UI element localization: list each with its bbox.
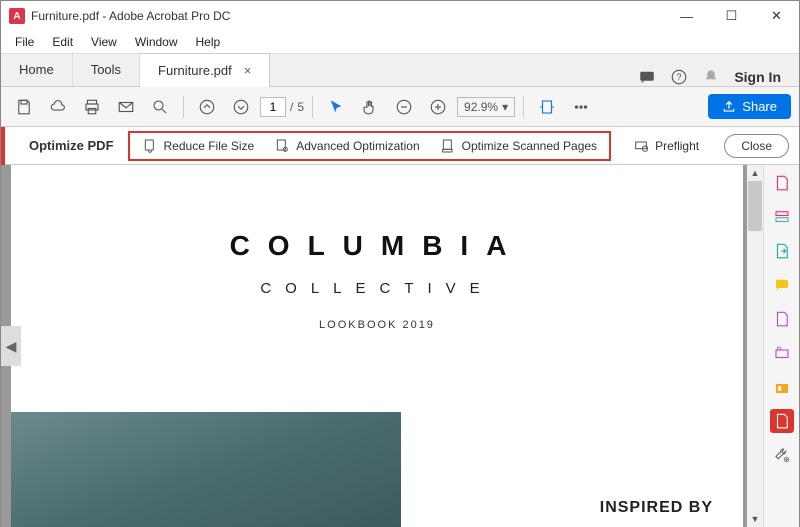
- sign-in-link[interactable]: Sign In: [734, 69, 781, 85]
- page-current-input[interactable]: [260, 97, 286, 117]
- zoom-in-icon[interactable]: [423, 92, 453, 122]
- close-panel-button[interactable]: Close: [724, 134, 789, 158]
- tab-tools[interactable]: Tools: [73, 52, 140, 86]
- page-total: 5: [297, 100, 304, 114]
- maximize-button[interactable]: ☐: [709, 1, 754, 31]
- sidebar-protect-icon[interactable]: [770, 375, 794, 399]
- menu-view[interactable]: View: [83, 33, 125, 51]
- page-indicator: / 5: [260, 97, 304, 117]
- hand-icon[interactable]: [355, 92, 385, 122]
- more-icon[interactable]: [566, 92, 596, 122]
- optimize-highlight-group: Reduce File Size Advanced Optimization O…: [128, 131, 612, 161]
- main-toolbar: / 5 92.9%▾ Share: [1, 87, 799, 127]
- menu-edit[interactable]: Edit: [44, 33, 81, 51]
- doc-heading-2: COLLECTIVE: [260, 280, 493, 297]
- zoom-out-icon[interactable]: [389, 92, 419, 122]
- right-sidebar: [763, 165, 799, 527]
- menu-help[interactable]: Help: [188, 33, 229, 51]
- cloud-icon[interactable]: [43, 92, 73, 122]
- document-viewport[interactable]: COLUMBIA COLLECTIVE LOOKBOOK 2019 INSPIR…: [1, 165, 763, 527]
- vertical-scrollbar[interactable]: ▲ ▼: [747, 165, 763, 527]
- sidebar-export-icon[interactable]: [770, 239, 794, 263]
- zoom-select[interactable]: 92.9%▾: [457, 97, 515, 117]
- menu-bar: File Edit View Window Help: [1, 31, 799, 53]
- sidebar-optimize-icon[interactable]: [770, 409, 794, 433]
- prev-page-chevron[interactable]: ◀: [1, 326, 21, 366]
- save-icon[interactable]: [9, 92, 39, 122]
- content-area: COLUMBIA COLLECTIVE LOOKBOOK 2019 INSPIR…: [1, 165, 799, 527]
- tab-bar: Home Tools Furniture.pdf × ? Sign In: [1, 53, 799, 87]
- close-window-button[interactable]: ✕: [754, 1, 799, 31]
- sidebar-comment-icon[interactable]: [770, 273, 794, 297]
- print-icon[interactable]: [77, 92, 107, 122]
- tab-label: Furniture.pdf: [158, 63, 232, 78]
- optimize-accent: [1, 127, 5, 165]
- chevron-down-icon: ▾: [502, 100, 508, 114]
- doc-inspired-text: INSPIRED BY: [600, 499, 713, 517]
- optimize-toolbar: Optimize PDF Reduce File Size Advanced O…: [1, 127, 799, 165]
- select-icon[interactable]: [321, 92, 351, 122]
- menu-window[interactable]: Window: [127, 33, 186, 51]
- optimize-scanned-button[interactable]: Optimize Scanned Pages: [432, 134, 605, 158]
- window-title: Furniture.pdf - Adobe Acrobat Pro DC: [31, 9, 230, 23]
- sidebar-enhance-icon[interactable]: [770, 341, 794, 365]
- preflight-button[interactable]: Preflight: [625, 134, 707, 158]
- tab-document[interactable]: Furniture.pdf ×: [140, 53, 270, 87]
- bell-icon[interactable]: [702, 68, 720, 86]
- scroll-up-icon[interactable]: ▲: [747, 165, 763, 181]
- sidebar-create-icon[interactable]: [770, 171, 794, 195]
- doc-image: [11, 412, 401, 527]
- pdf-page: COLUMBIA COLLECTIVE LOOKBOOK 2019 INSPIR…: [11, 165, 743, 527]
- tab-home[interactable]: Home: [1, 52, 73, 86]
- help-icon[interactable]: ?: [670, 68, 688, 86]
- sidebar-edit-icon[interactable]: [770, 205, 794, 229]
- sidebar-more-tools-icon[interactable]: [770, 443, 794, 467]
- share-button[interactable]: Share: [708, 94, 791, 119]
- menu-file[interactable]: File: [7, 33, 42, 51]
- scroll-down-icon[interactable]: ▼: [747, 511, 763, 527]
- reduce-file-size-button[interactable]: Reduce File Size: [134, 134, 263, 158]
- fit-width-icon[interactable]: [532, 92, 562, 122]
- mail-icon[interactable]: [111, 92, 141, 122]
- doc-heading-1: COLUMBIA: [230, 230, 525, 262]
- app-icon: A: [9, 8, 25, 24]
- scroll-thumb[interactable]: [748, 181, 762, 231]
- search-icon[interactable]: [145, 92, 175, 122]
- chat-icon[interactable]: [638, 68, 656, 86]
- page-up-icon[interactable]: [192, 92, 222, 122]
- minimize-button[interactable]: —: [664, 1, 709, 31]
- tab-close-icon[interactable]: ×: [244, 63, 252, 78]
- svg-text:?: ?: [677, 72, 682, 82]
- title-bar: A Furniture.pdf - Adobe Acrobat Pro DC —…: [1, 1, 799, 31]
- doc-heading-3: LOOKBOOK 2019: [319, 319, 435, 331]
- advanced-optimization-button[interactable]: Advanced Optimization: [266, 134, 427, 158]
- page-down-icon[interactable]: [226, 92, 256, 122]
- optimize-title: Optimize PDF: [29, 138, 114, 153]
- sidebar-organize-icon[interactable]: [770, 307, 794, 331]
